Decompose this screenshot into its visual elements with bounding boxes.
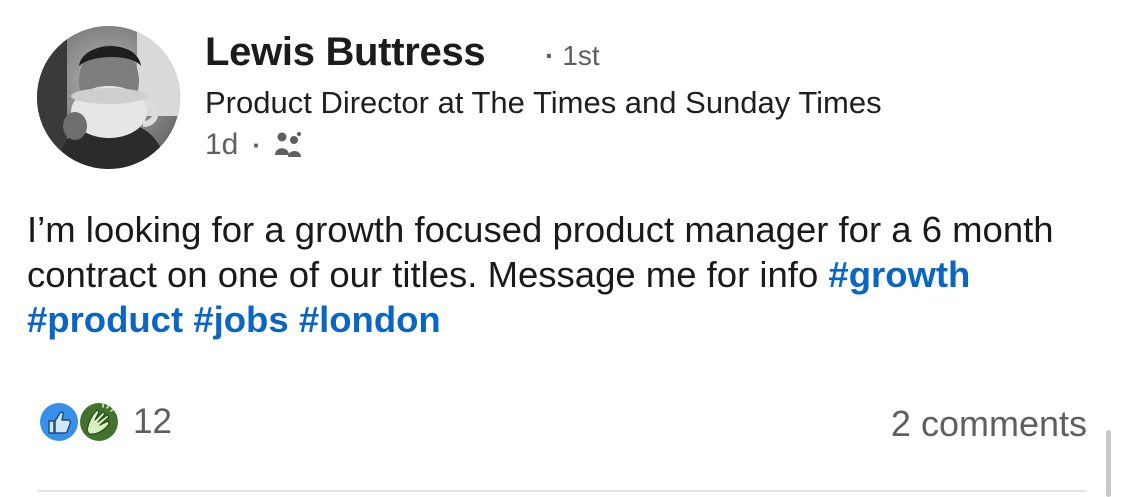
reaction-count: 12 (133, 402, 172, 441)
celebrate-icon (77, 400, 121, 444)
author-avatar[interactable] (37, 26, 180, 169)
avatar-photo (37, 26, 180, 169)
hashtag-link[interactable]: #london (299, 299, 441, 340)
post-time: 1d (205, 128, 239, 161)
degree-label: 1st (562, 40, 600, 71)
post-text: I’m looking for a growth focused product… (27, 207, 1102, 342)
hashtag-link[interactable]: #product (27, 299, 183, 340)
scrollbar[interactable] (1106, 430, 1111, 497)
hashtag-link[interactable]: #jobs (193, 299, 288, 340)
connections-icon (273, 131, 303, 159)
divider (37, 490, 1087, 492)
feed-post: Lewis Buttress · 1st Product Director at … (0, 0, 1125, 497)
hashtag-link[interactable]: #growth (828, 254, 970, 295)
separator-dot: · (545, 40, 555, 71)
like-icon (37, 400, 81, 444)
author-name[interactable]: Lewis Buttress (205, 30, 486, 75)
connection-degree: · 1st (545, 40, 600, 72)
author-headline: Product Director at The Times and Sunday… (205, 85, 882, 120)
separator-dot: · (252, 129, 262, 160)
post-meta: 1d · (205, 128, 303, 162)
reactions-summary[interactable]: 12 (37, 400, 172, 444)
comments-count-link[interactable]: 2 comments (891, 403, 1087, 445)
